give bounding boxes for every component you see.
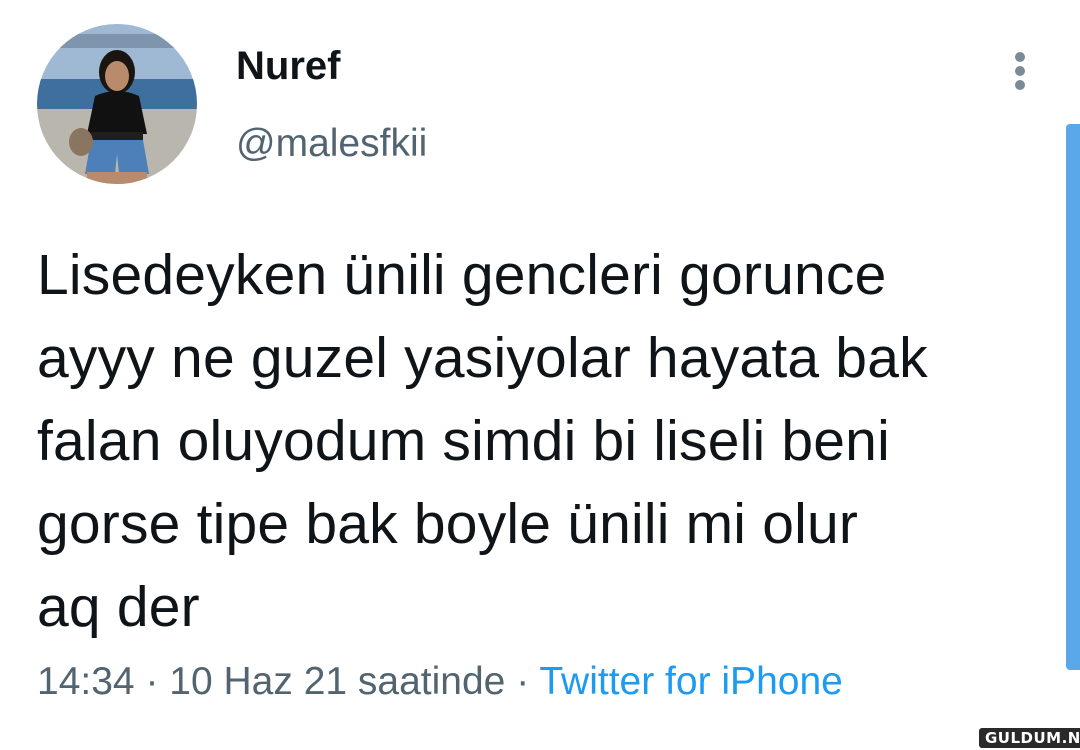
meta-separator: · xyxy=(145,660,159,703)
avatar-photo xyxy=(37,24,197,184)
user-handle: @malesfkii xyxy=(236,122,428,165)
tweet-source-link[interactable]: Twitter for iPhone xyxy=(539,660,842,703)
display-name[interactable]: Nuref xyxy=(236,44,340,89)
avatar[interactable] xyxy=(37,24,197,184)
scrollbar[interactable] xyxy=(1066,124,1080,670)
more-vertical-icon[interactable] xyxy=(1000,48,1040,94)
meta-separator: · xyxy=(516,660,530,703)
tweet-text: Lisedeyken ünili gencleri gorunce ayyy n… xyxy=(37,243,928,639)
tweet-date[interactable]: 10 Haz 21 saatinde xyxy=(169,660,505,703)
watermark-logo: GULDUM.NET xyxy=(979,728,1080,748)
tweet-time: 14:34 xyxy=(37,660,135,703)
tweet-meta: 14:34 · 10 Haz 21 saatinde · Twitter for… xyxy=(37,660,843,704)
